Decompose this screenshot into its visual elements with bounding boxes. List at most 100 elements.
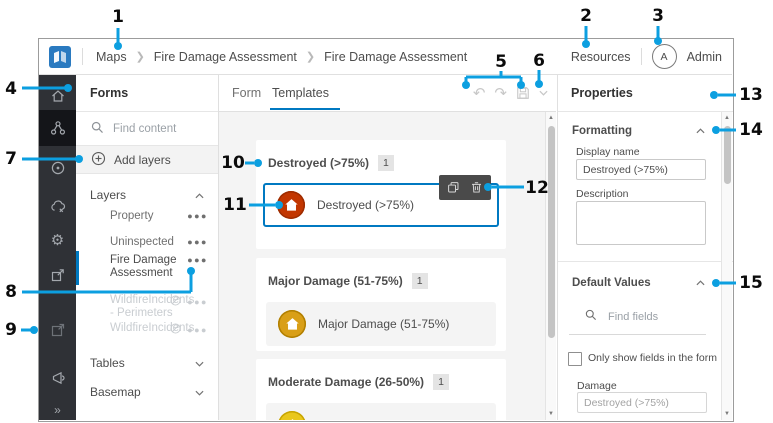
template-card-label: Major Damage (51-75%) (318, 317, 450, 331)
layer-options-menu[interactable]: ●●● (187, 254, 208, 266)
avatar[interactable]: A (651, 44, 677, 69)
callout-number-14: 14 (739, 120, 763, 140)
template-count-badge: 1 (411, 273, 428, 289)
plus-circle-icon (91, 151, 106, 169)
callout-number-1: 1 (112, 7, 124, 27)
template-card[interactable]: Destroyed (>75%) (263, 175, 499, 227)
sidebar-item-geofence[interactable] (39, 150, 76, 186)
properties-scrollbar[interactable]: ▲ ▼ (721, 112, 732, 420)
layer-row[interactable]: Fire Damage Assessment ●●● (76, 251, 218, 288)
app-header: Maps ❯ Fire Damage Assessment ❯ Fire Dam… (39, 39, 732, 75)
display-name-input[interactable] (576, 159, 706, 180)
template-group-title: Moderate Damage (26-50%) (268, 375, 425, 389)
save-menu-chevron-down-icon[interactable] (539, 90, 548, 96)
gear-icon: ⚙ (50, 232, 65, 249)
basemap-section-header[interactable]: Basemap (90, 385, 204, 399)
feedback-megaphone-icon (50, 370, 66, 386)
description-label: Description (576, 188, 629, 200)
tables-section-header[interactable]: Tables (90, 356, 204, 370)
scrollbar-thumb[interactable] (548, 126, 555, 338)
only-show-fields-label: Only show fields in the form (588, 352, 717, 364)
header-divider (640, 48, 642, 65)
save-icon[interactable] (516, 86, 530, 100)
breadcrumb: Maps ❯ Fire Damage Assessment ❯ Fire Dam… (96, 39, 467, 74)
layer-options-menu[interactable]: ●●● (187, 324, 208, 336)
chevron-up-icon[interactable] (696, 277, 705, 289)
open-in-new-icon (50, 322, 66, 338)
sharing-icon (50, 267, 66, 283)
divider (569, 334, 706, 335)
breadcrumb-item-form[interactable]: Fire Damage Assessment (324, 50, 467, 64)
sidebar-item-gear[interactable]: ⚙ (39, 223, 76, 259)
damaged-house-icon (277, 191, 305, 219)
callout-number-13: 13 (739, 85, 763, 105)
scrollbar-thumb[interactable] (724, 126, 731, 184)
sidebar-item-feedback-megaphone[interactable] (39, 360, 76, 396)
templates-scrollbar[interactable]: ▲ ▼ (545, 112, 556, 420)
chevron-up-icon (195, 188, 204, 202)
chevron-down-icon (195, 356, 204, 370)
chevron-right-icon: ❯ (305, 51, 316, 63)
nav-sidebar: ⚙» (39, 75, 76, 420)
tab-templates[interactable]: Templates (272, 75, 329, 111)
damage-field-value[interactable]: Destroyed (>75%) (577, 392, 707, 413)
divider (558, 261, 733, 262)
find-fields-search[interactable] (585, 308, 715, 325)
only-show-fields-checkbox[interactable] (568, 352, 582, 366)
find-content-input[interactable] (111, 121, 210, 136)
scroll-down-icon[interactable]: ▼ (722, 411, 732, 417)
undo-icon[interactable]: ↶ (473, 84, 486, 102)
offline-cloud-icon (50, 198, 66, 214)
chevron-right-icon: ❯ (135, 51, 145, 63)
chevron-up-icon[interactable] (696, 125, 705, 137)
home-icon (50, 88, 66, 104)
divider (558, 111, 733, 112)
tab-form[interactable]: Form (232, 75, 261, 111)
selected-layer-indicator (76, 251, 79, 285)
sidebar-item-forms-builder[interactable] (39, 110, 76, 146)
duplicate-icon[interactable] (447, 181, 460, 194)
sidebar-item-sharing[interactable] (39, 257, 76, 293)
active-tab-underline (270, 108, 340, 110)
layers-section-header[interactable]: Layers (90, 188, 204, 202)
scroll-up-icon[interactable]: ▲ (546, 115, 556, 121)
basemap-section-label: Basemap (90, 385, 141, 399)
templates-tabbar: Form Templates ↶ ↷ (219, 75, 556, 112)
template-group: Moderate Damage (26-50%) 1 Moderate Dama… (256, 359, 506, 420)
template-group-header: Major Damage (51-75%) 1 (256, 258, 506, 289)
properties-panel: Properties Formatting Display name Descr… (557, 75, 733, 420)
search-icon (91, 121, 104, 137)
description-textarea[interactable] (576, 201, 706, 245)
not-visible-icon (169, 294, 182, 310)
tables-section-label: Tables (90, 356, 125, 370)
breadcrumb-item-map[interactable]: Fire Damage Assessment (154, 50, 297, 64)
sidebar-item-open-in-new[interactable] (39, 312, 76, 348)
layer-options-menu[interactable]: ●●● (187, 296, 208, 308)
template-card[interactable]: Moderate Damage (26-50%) (266, 403, 496, 420)
divider (76, 173, 218, 174)
delete-icon[interactable] (470, 181, 483, 194)
scroll-up-icon[interactable]: ▲ (722, 115, 732, 121)
layer-options-menu[interactable]: ●●● (187, 210, 208, 222)
sidebar-item-expand-panel[interactable]: » (39, 392, 76, 423)
resources-link[interactable]: Resources (571, 50, 631, 64)
sidebar-item-offline-cloud[interactable] (39, 188, 76, 224)
sidebar-item-home[interactable] (39, 78, 76, 114)
template-card[interactable]: Major Damage (51-75%) (266, 302, 496, 346)
breadcrumb-item-maps[interactable]: Maps (96, 50, 127, 64)
expand-panel-icon: » (54, 403, 61, 417)
find-content-search[interactable] (76, 112, 218, 145)
add-layers-button[interactable]: Add layers (76, 146, 218, 173)
properties-title: Properties (571, 86, 633, 100)
scroll-down-icon[interactable]: ▼ (546, 411, 556, 417)
layer-row[interactable]: Property ●●● (76, 210, 218, 234)
admin-menu[interactable]: Admin (687, 50, 722, 64)
layer-options-menu[interactable]: ●●● (187, 236, 208, 248)
redo-icon[interactable]: ↷ (494, 84, 507, 102)
forms-panel: Forms Add layers Layers Property●●●Unins… (76, 75, 219, 420)
layer-row[interactable]: WildfireIncidents ●●● (76, 322, 218, 346)
callout-number-8: 8 (5, 282, 17, 302)
find-fields-input[interactable] (606, 309, 705, 324)
display-name-label: Display name (576, 146, 640, 158)
add-layers-label: Add layers (114, 152, 171, 167)
